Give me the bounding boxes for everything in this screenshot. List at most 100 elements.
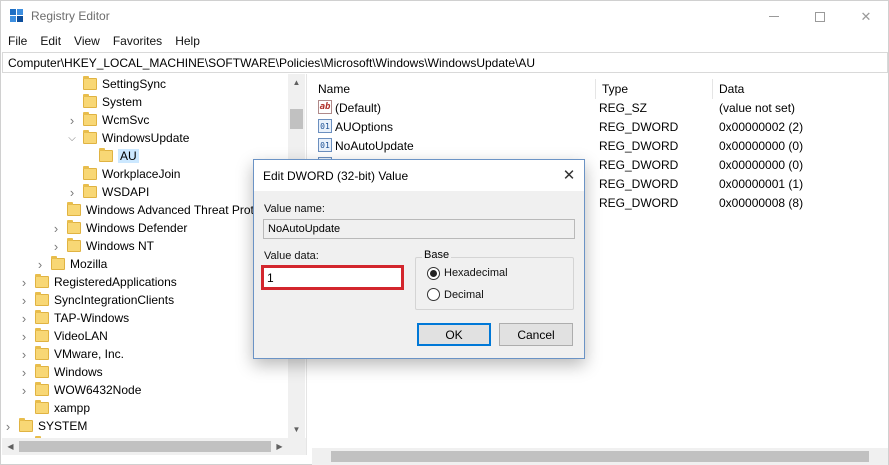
folder-icon	[35, 274, 49, 288]
value-data-input[interactable]: 1	[261, 265, 404, 290]
tree-item[interactable]: › Windows	[19, 363, 103, 381]
tree-item-label: RegisteredApplications	[54, 275, 177, 289]
ok-button[interactable]: OK	[417, 323, 491, 346]
scroll-down-arrow-icon[interactable]: ▼	[288, 421, 305, 438]
decimal-label[interactable]: Decimal	[444, 289, 484, 301]
column-header-data[interactable]: Data	[713, 79, 888, 99]
column-header-type[interactable]: Type	[596, 79, 713, 99]
folder-icon	[99, 148, 113, 162]
title-bar[interactable]: Registry Editor ✕	[1, 1, 888, 32]
window-title: Registry Editor	[31, 9, 110, 23]
folder-icon	[35, 292, 49, 306]
maximize-button[interactable]	[797, 1, 843, 32]
chevron-right-icon[interactable]: ›	[67, 185, 77, 200]
value-row[interactable]: 01 NoAutoUpdate REG_DWORD 0x00000000 (0)	[312, 136, 888, 155]
tree-item[interactable]: › WcmSvc	[67, 111, 149, 129]
hexadecimal-radio[interactable]	[427, 267, 440, 280]
tree-item[interactable]: › Mozilla	[35, 255, 107, 273]
tree-item[interactable]: › SyncIntegrationClients	[19, 291, 174, 309]
tree-item[interactable]: WorkplaceJoin	[67, 165, 180, 183]
chevron-right-icon[interactable]: ›	[35, 257, 45, 272]
dialog-title-bar[interactable]: Edit DWORD (32-bit) Value ✕	[254, 160, 584, 191]
string-value-icon: ab	[318, 100, 332, 114]
menu-help[interactable]: Help	[168, 32, 206, 52]
chevron-right-icon[interactable]: ›	[51, 239, 61, 254]
menu-view[interactable]: View	[67, 32, 106, 52]
value-data: 0x00000000 (0)	[719, 158, 804, 172]
chevron-right-icon[interactable]: ›	[19, 365, 29, 380]
menu-file[interactable]: File	[1, 32, 33, 52]
value-data: 0x00000001 (1)	[719, 177, 804, 191]
column-header-name[interactable]: Name	[312, 79, 596, 99]
tree-item[interactable]: › TAP-Windows	[19, 309, 129, 327]
value-row[interactable]: 01 AUOptions REG_DWORD 0x00000002 (2)	[312, 117, 888, 136]
value-type: REG_DWORD	[599, 196, 679, 210]
tree-item[interactable]: › VMware, Inc.	[19, 345, 124, 363]
tree-vertical-scroll-thumb[interactable]	[290, 109, 303, 129]
tree-item[interactable]: › VideoLAN	[19, 327, 108, 345]
chevron-right-icon[interactable]: ›	[19, 293, 29, 308]
tree-item[interactable]: xampp	[19, 399, 90, 417]
base-group	[415, 257, 574, 310]
scroll-up-arrow-icon[interactable]: ▲	[288, 74, 305, 91]
value-name-label: Value name:	[264, 203, 325, 215]
folder-icon	[35, 328, 49, 342]
tree-item[interactable]: Windows Advanced Threat Prote	[51, 201, 261, 219]
tree-item[interactable]: › SYSTEM	[3, 417, 87, 435]
address-bar[interactable]: Computer\HKEY_LOCAL_MACHINE\SOFTWARE\Pol…	[2, 52, 888, 73]
decimal-radio[interactable]	[427, 288, 440, 301]
no-chevron	[67, 79, 77, 89]
tree-item-label: VideoLAN	[54, 329, 108, 343]
tree-item-label: WSDAPI	[102, 185, 150, 199]
chevron-right-icon[interactable]: ›	[19, 347, 29, 362]
tree-item-label: VMware, Inc.	[54, 347, 125, 361]
chevron-right-icon[interactable]: ›	[19, 329, 29, 344]
menu-favorites[interactable]: Favorites	[106, 32, 168, 52]
chevron-down-icon[interactable]: ⌵	[67, 133, 77, 144]
tree-item[interactable]: › WOW6432Node	[19, 381, 141, 399]
menu-bar: File Edit View Favorites Help	[1, 32, 888, 52]
tree-item[interactable]: › Windows Defender	[51, 219, 187, 237]
tree-item-label: TAP-Windows	[54, 311, 130, 325]
list-horizontal-scroll-thumb[interactable]	[331, 451, 869, 462]
scroll-left-arrow-icon[interactable]: ◀	[2, 438, 19, 455]
tree-item[interactable]: › RegisteredApplications	[19, 273, 177, 291]
dialog-title: Edit DWORD (32-bit) Value	[263, 169, 409, 183]
hexadecimal-label[interactable]: Hexadecimal	[444, 267, 508, 279]
cancel-button[interactable]: Cancel	[499, 323, 573, 346]
registry-app-icon	[10, 9, 24, 23]
no-chevron	[67, 169, 77, 179]
tree-item[interactable]: ⌵ WindowsUpdate	[67, 129, 189, 147]
chevron-right-icon[interactable]: ›	[51, 221, 61, 236]
tree-item[interactable]: System	[67, 93, 142, 111]
minimize-button[interactable]	[751, 1, 797, 32]
value-type: REG_DWORD	[599, 139, 679, 153]
close-icon: ✕	[860, 8, 872, 24]
chevron-right-icon[interactable]: ›	[3, 419, 13, 434]
chevron-right-icon[interactable]: ›	[67, 113, 77, 128]
folder-icon	[83, 94, 97, 108]
no-chevron	[67, 97, 77, 107]
base-label: Base	[422, 249, 452, 261]
close-window-button[interactable]: ✕	[843, 1, 889, 32]
tree-horizontal-scroll-thumb[interactable]	[19, 441, 271, 452]
chevron-right-icon[interactable]: ›	[19, 311, 29, 326]
close-icon: ✕	[562, 167, 576, 184]
tree-item[interactable]: › Windows NT	[51, 237, 154, 255]
binary-value-icon: 01	[318, 119, 332, 133]
tree-item[interactable]: AU	[83, 147, 139, 165]
no-chevron	[83, 151, 93, 161]
menu-edit[interactable]: Edit	[33, 32, 67, 52]
chevron-right-icon[interactable]: ›	[19, 383, 29, 398]
tree-item[interactable]: SettingSync	[67, 75, 166, 93]
binary-value-icon: 01	[318, 138, 332, 152]
tree-item-label: Windows NT	[86, 239, 155, 253]
value-type: REG_DWORD	[599, 120, 679, 134]
dialog-close-button[interactable]: ✕	[558, 165, 580, 185]
tree-item-label: AU	[118, 149, 139, 163]
scroll-right-arrow-icon[interactable]: ▶	[271, 438, 288, 455]
tree-item[interactable]: › WSDAPI	[67, 183, 149, 201]
chevron-right-icon[interactable]: ›	[19, 275, 29, 290]
value-name: AUOptions	[335, 120, 394, 134]
value-row[interactable]: ab (Default) REG_SZ (value not set)	[312, 98, 888, 117]
